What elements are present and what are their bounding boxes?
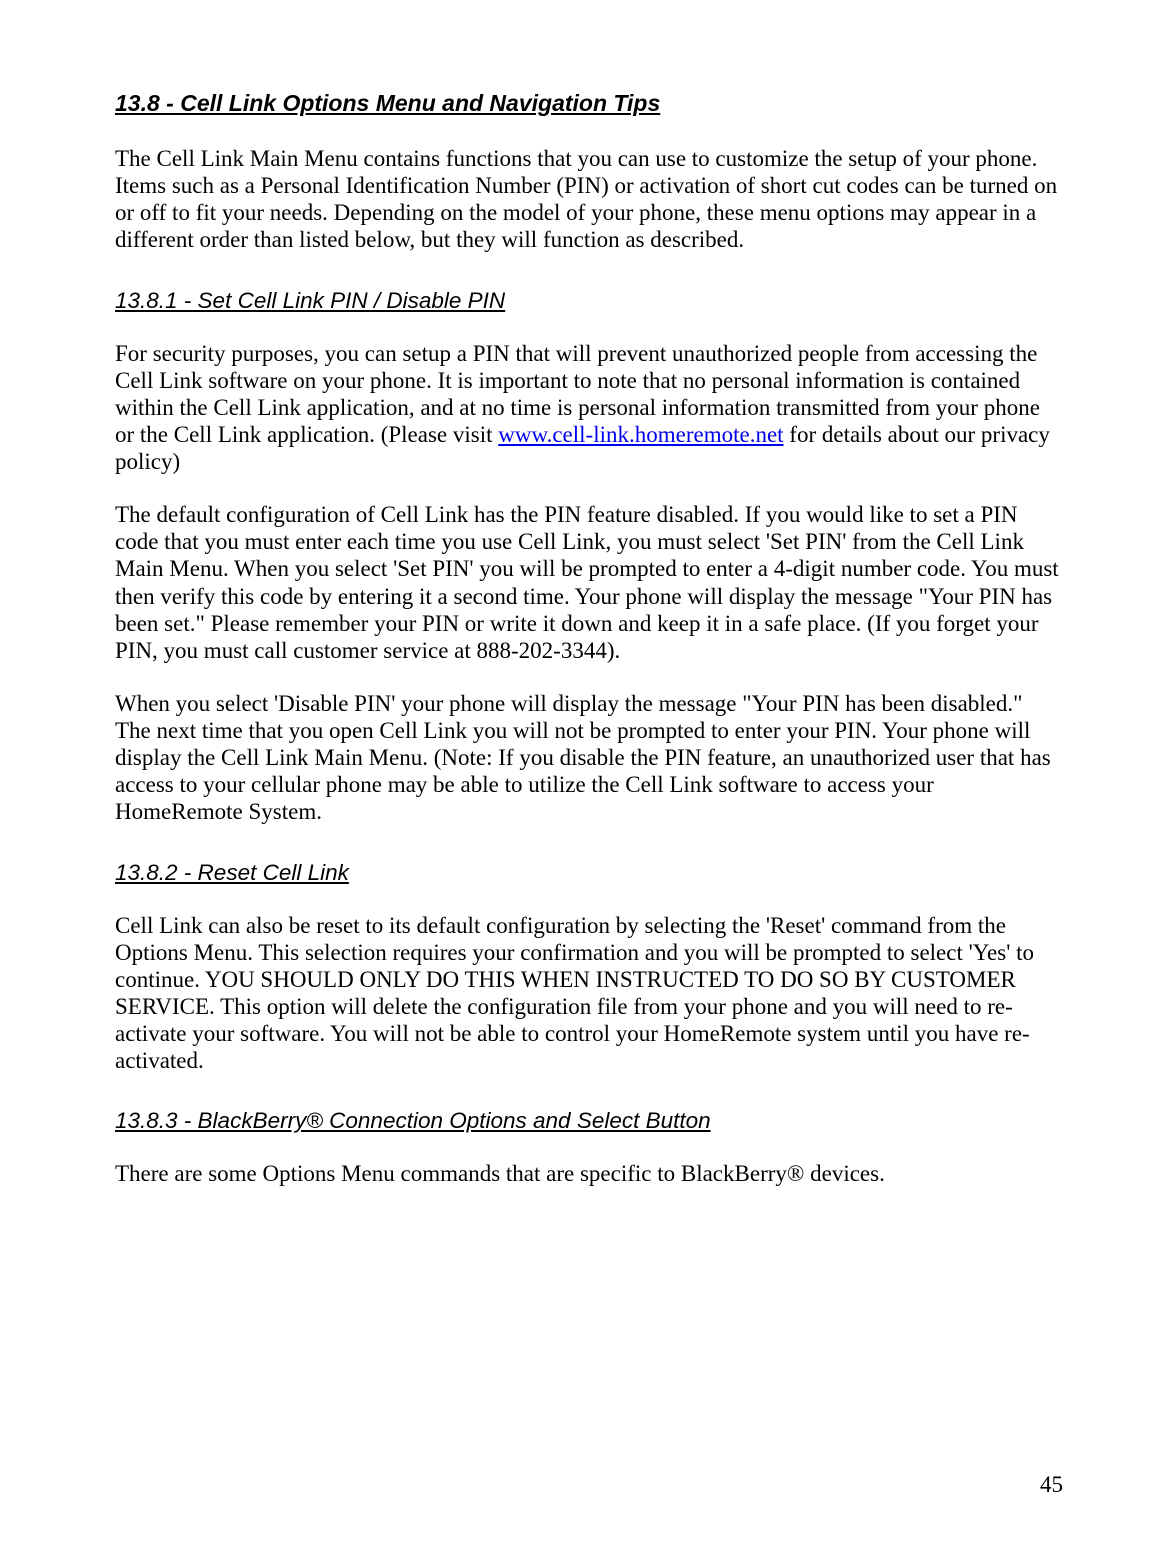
paragraph: When you select 'Disable PIN' your phone…: [115, 690, 1063, 826]
page-number: 45: [1040, 1472, 1063, 1498]
paragraph: The Cell Link Main Menu contains functio…: [115, 145, 1063, 254]
paragraph: The default configuration of Cell Link h…: [115, 501, 1063, 664]
heading-13-8-2: 13.8.2 - Reset Cell Link: [115, 860, 1063, 886]
document-page: 13.8 - Cell Link Options Menu and Naviga…: [0, 0, 1173, 1548]
privacy-policy-link[interactable]: www.cell-link.homeremote.net: [498, 422, 783, 447]
heading-13-8-1: 13.8.1 - Set Cell Link PIN / Disable PIN: [115, 288, 1063, 314]
paragraph: For security purposes, you can setup a P…: [115, 340, 1063, 476]
heading-13-8: 13.8 - Cell Link Options Menu and Naviga…: [115, 90, 1063, 117]
paragraph: There are some Options Menu commands tha…: [115, 1160, 1063, 1187]
heading-13-8-3: 13.8.3 - BlackBerry® Connection Options …: [115, 1108, 1063, 1134]
paragraph: Cell Link can also be reset to its defau…: [115, 912, 1063, 1075]
